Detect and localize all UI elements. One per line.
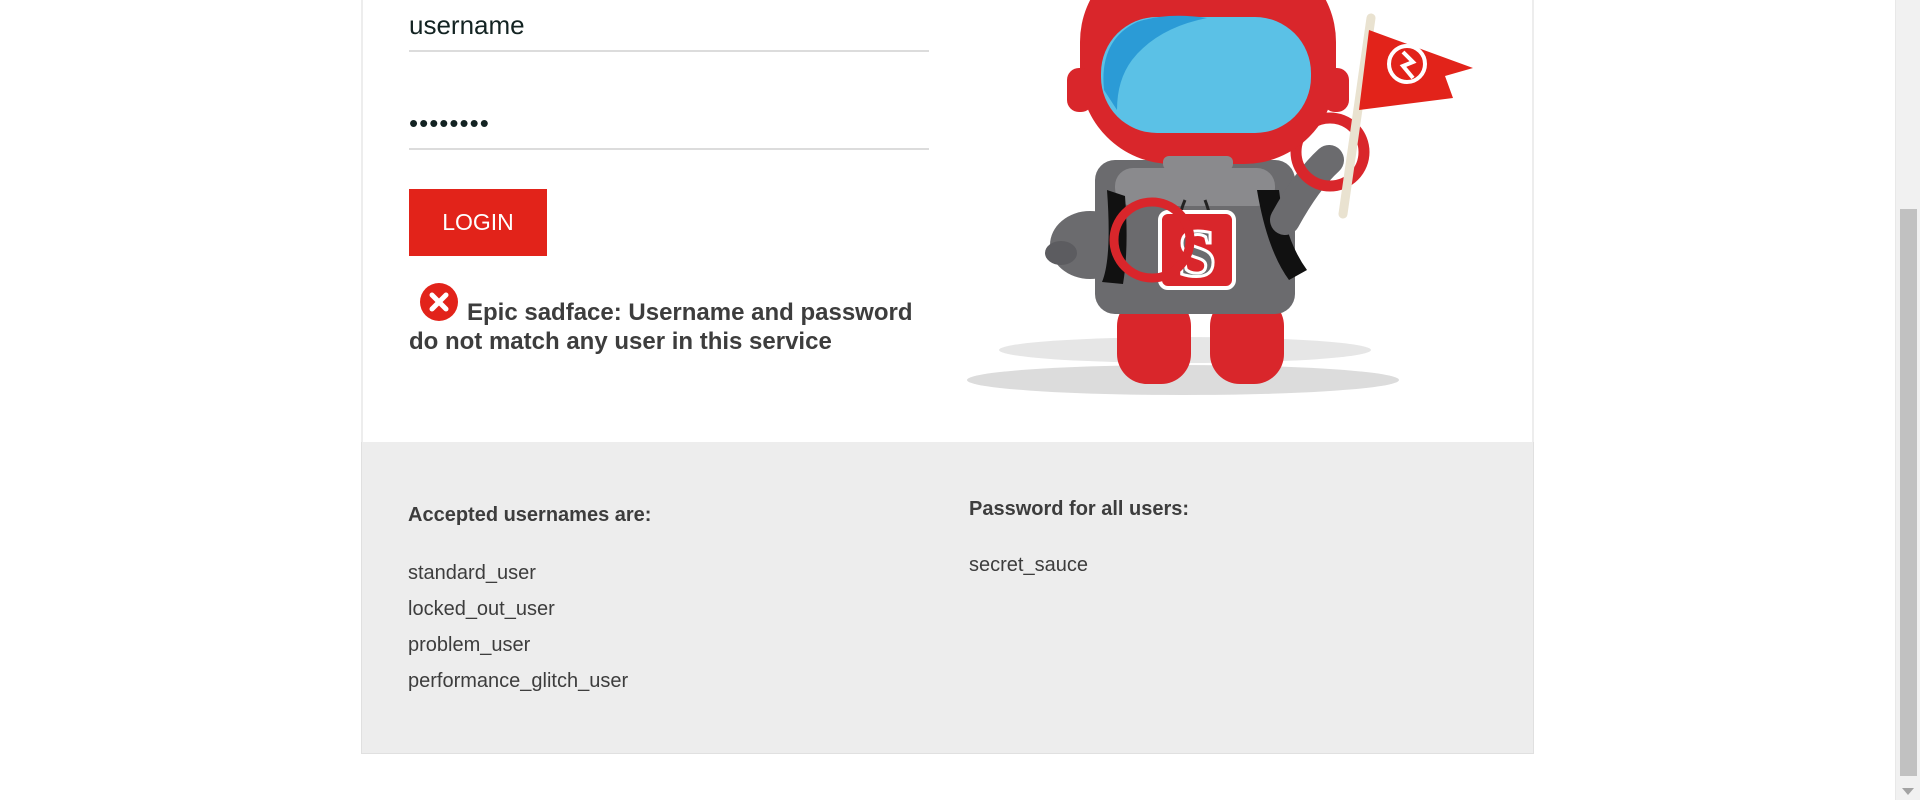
scroll-down-arrow-icon[interactable] [1902, 788, 1914, 795]
password-input[interactable] [409, 98, 929, 150]
scrollbar-thumb[interactable] [1900, 209, 1917, 776]
username-list-item: problem_user [408, 634, 531, 656]
password-heading: Password for all users: [969, 498, 1190, 520]
login-button[interactable]: LOGIN [409, 189, 547, 256]
error-message-text: Epic sadface: Username and password do n… [409, 299, 913, 355]
username-list-item: locked_out_user [408, 598, 555, 620]
username-input[interactable] [409, 0, 929, 52]
password-section: Password for all users: secret_sauce [969, 497, 1189, 583]
swag-bot-mascot-icon: S [967, 0, 1473, 395]
credentials-panel: Accepted usernames are: standard_user lo… [361, 442, 1534, 754]
accepted-usernames-section: Accepted usernames are: standard_user lo… [408, 503, 651, 699]
vertical-scrollbar[interactable] [1895, 0, 1920, 800]
username-list-item: performance_glitch_user [408, 670, 629, 692]
username-list-item: standard_user [408, 562, 536, 584]
login-panel: LOGIN Epic sadface: Username and passwor… [361, 0, 1534, 442]
error-message-container: Epic sadface: Username and password do n… [409, 282, 929, 356]
password-value: secret_sauce [969, 554, 1088, 576]
usernames-heading: Accepted usernames are: [408, 504, 652, 526]
page: LOGIN Epic sadface: Username and passwor… [0, 0, 1920, 800]
circle-x-icon[interactable] [419, 282, 459, 322]
